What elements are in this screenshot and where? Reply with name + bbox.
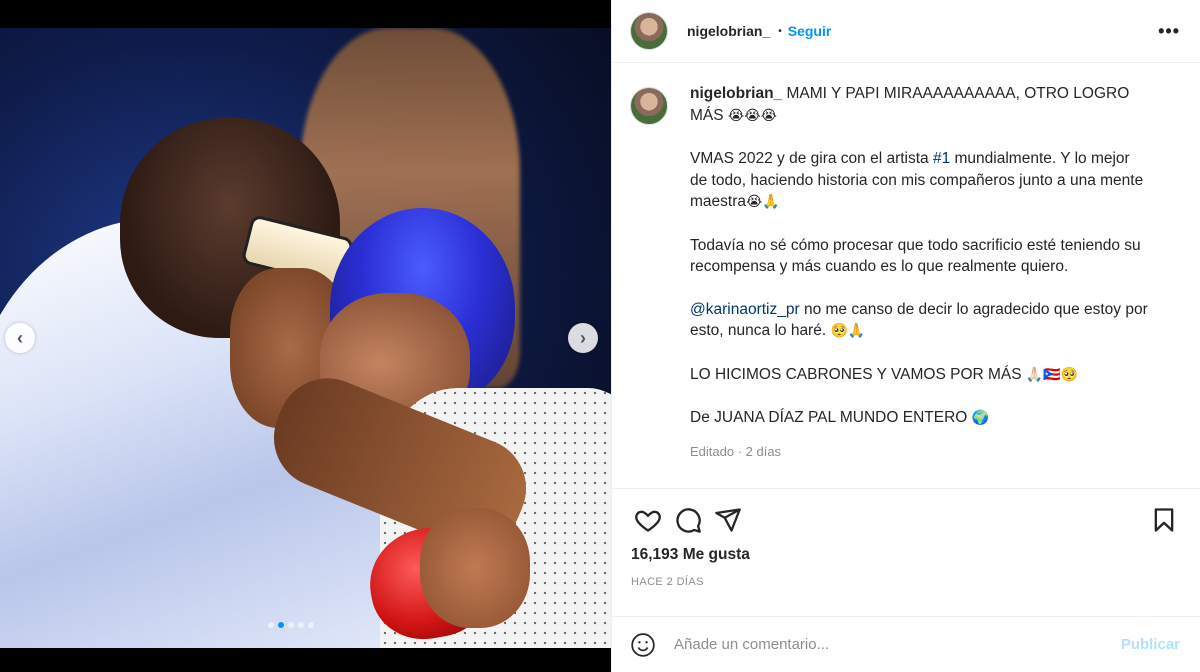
comment-input[interactable] xyxy=(674,636,1121,653)
carousel-dot xyxy=(298,622,304,628)
comment-bar: Publicar xyxy=(612,616,1200,672)
carousel-prev-button[interactable]: ‹ xyxy=(5,323,35,353)
photo-hand-holding-mic xyxy=(420,508,530,628)
caption-username[interactable]: nigelobrian_ xyxy=(690,85,782,102)
follow-button[interactable]: Seguir xyxy=(788,23,832,39)
emoji-picker-button[interactable] xyxy=(628,630,658,660)
post-photo[interactable] xyxy=(0,28,611,648)
globe-emoji-icon: 🌍 xyxy=(971,410,990,426)
action-icons xyxy=(628,489,1184,551)
carousel-next-button[interactable]: › xyxy=(568,323,598,353)
caption-row: nigelobrian_ MAMI Y PAPI MIRAAAAAAAAAA, … xyxy=(630,83,1182,462)
caption-p6-text: De JUANA DÍAZ PAL MUNDO ENTERO xyxy=(690,409,972,426)
caption-meta: Editado · 2 días xyxy=(690,443,782,459)
heart-icon xyxy=(635,510,661,532)
publish-button[interactable]: Publicar xyxy=(1121,636,1180,653)
caption-p5-text: LO HICIMOS CABRONES Y VAMOS POR MÁS xyxy=(690,365,1026,383)
comment-button[interactable] xyxy=(668,500,708,540)
pray-flag-emoji-icon: 🙏🏻🇵🇷🥺 xyxy=(1025,366,1079,383)
header-username[interactable]: nigelobrian_ xyxy=(687,23,770,39)
caption-body: nigelobrian_ MAMI Y PAPI MIRAAAAAAAAAA, … xyxy=(690,83,1150,462)
crying-emoji-icon: 😭😭😭 xyxy=(727,107,777,124)
caption-p2-a: VMAS 2022 y de gira con el artista xyxy=(690,150,933,167)
like-button[interactable] xyxy=(628,500,668,540)
share-button[interactable] xyxy=(708,500,748,540)
crying-pray-emoji-icon: 😭🙏 xyxy=(746,194,780,210)
bookmark-icon xyxy=(1154,508,1174,532)
caption-paragraph-1: nigelobrian_ MAMI Y PAPI MIRAAAAAAAAAA, … xyxy=(690,83,1150,127)
more-options-button[interactable]: ••• xyxy=(1158,21,1182,42)
carousel-dot xyxy=(308,622,314,628)
caption-paragraph-2: VMAS 2022 y de gira con el artista #1 mu… xyxy=(690,148,1150,214)
header-separator: • xyxy=(778,25,782,37)
avatar[interactable] xyxy=(630,12,668,50)
paper-plane-icon xyxy=(715,508,741,532)
carousel-dot xyxy=(288,622,294,628)
mention-link[interactable]: @karinaortiz_pr xyxy=(690,301,800,318)
caption-paragraph-4: @karinaortiz_pr no me canso de decir lo … xyxy=(690,299,1150,343)
actions-area: 16,193 Me gusta HACE 2 DÍAS xyxy=(612,488,1200,594)
instagram-post: ‹ › nigelobrian_ • Seguir ••• nigelobria… xyxy=(0,0,1200,672)
post-timestamp[interactable]: HACE 2 DÍAS xyxy=(631,576,1184,588)
post-media: ‹ › xyxy=(0,0,611,672)
caption-avatar[interactable] xyxy=(630,87,668,125)
carousel-dot xyxy=(268,622,274,628)
chevron-left-icon: ‹ xyxy=(17,327,23,348)
chevron-right-icon: › xyxy=(580,327,586,348)
caption-paragraph-3: Todavía no sé cómo procesar que todo sac… xyxy=(690,236,1141,276)
caption-paragraph-5: LO HICIMOS CABRONES Y VAMOS POR MÁS 🙏🏻🇵🇷… xyxy=(690,364,1150,387)
hashtag-link[interactable]: #1 xyxy=(933,150,950,167)
caption-paragraph-6: De JUANA DÍAZ PAL MUNDO ENTERO 🌍 xyxy=(690,407,1150,430)
comment-icon xyxy=(676,508,701,533)
smiley-icon xyxy=(631,632,655,657)
like-count[interactable]: 16,193 Me gusta xyxy=(631,546,1184,564)
more-icon: ••• xyxy=(1158,20,1180,41)
pleading-pray-emoji-icon: 🥺🙏 xyxy=(830,323,866,339)
post-header: nigelobrian_ • Seguir ••• xyxy=(612,0,1200,63)
carousel-dot xyxy=(278,622,284,628)
carousel-indicator xyxy=(268,622,314,628)
caption-area: nigelobrian_ MAMI Y PAPI MIRAAAAAAAAAA, … xyxy=(612,63,1200,488)
save-button[interactable] xyxy=(1144,500,1184,540)
post-side-panel: nigelobrian_ • Seguir ••• nigelobrian_ M… xyxy=(611,0,1200,672)
